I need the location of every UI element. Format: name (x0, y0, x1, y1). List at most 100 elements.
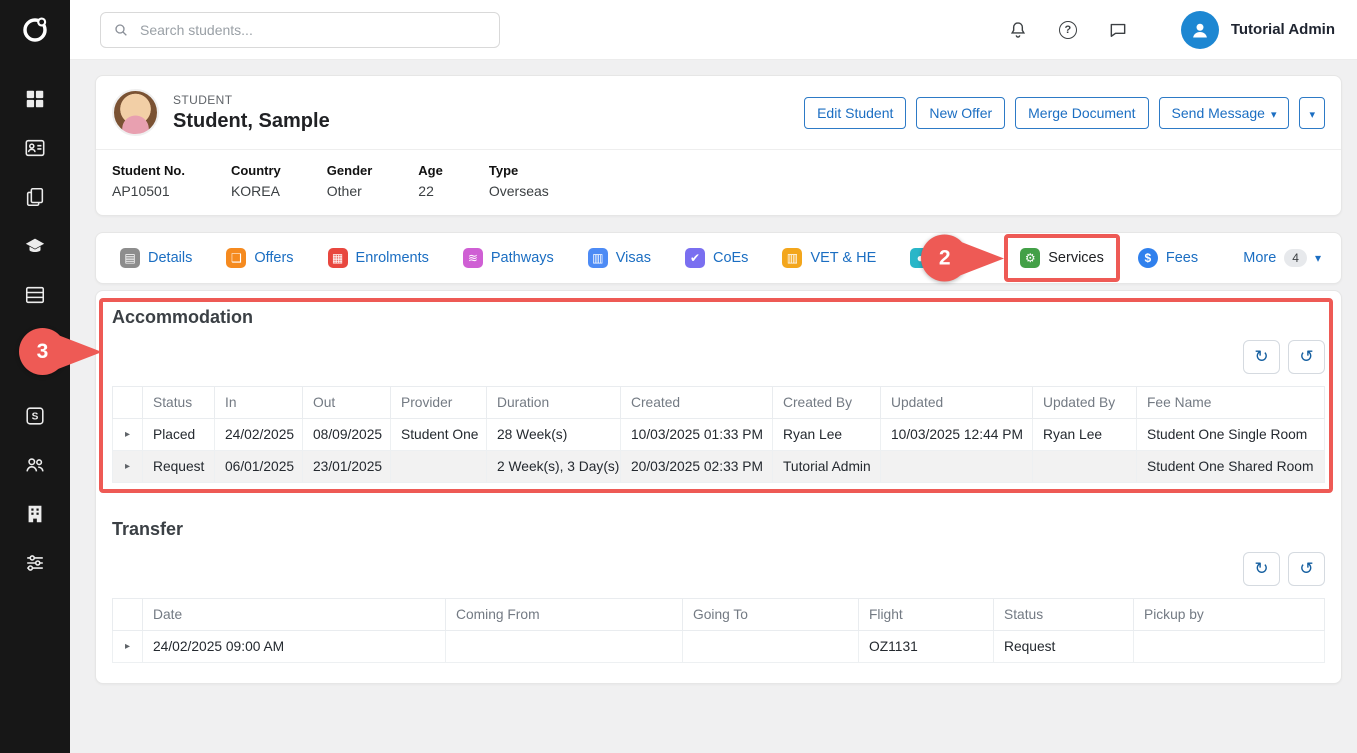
sidebar-item-courses[interactable] (0, 235, 70, 257)
tab-hidden[interactable]: ● (910, 248, 986, 268)
services-panel: 3 Accommodation Status (95, 290, 1342, 684)
cell-out: 23/01/2025 (303, 451, 391, 483)
notifications-button[interactable] (1006, 18, 1030, 42)
info-gender: Gender Other (327, 163, 373, 199)
cell-created-by: Ryan Lee (773, 419, 881, 451)
visas-tab-icon: ▥ (588, 248, 608, 268)
tab-visas[interactable]: ▥ Visas (588, 248, 651, 268)
sidebar-item-agents[interactable] (0, 454, 70, 476)
column-header: Date (143, 599, 446, 631)
app-logo-icon[interactable] (0, 0, 70, 60)
student-actions: Edit Student New Offer Merge Document Se… (804, 97, 1325, 129)
student-identity: STUDENT Student, Sample (173, 93, 330, 133)
info-age: Age 22 (418, 163, 443, 199)
send-message-button[interactable]: Send Message (1159, 97, 1290, 129)
cell-status: Request (994, 631, 1134, 663)
fees-tab-icon: $ (1138, 248, 1158, 268)
row-expander[interactable] (113, 419, 143, 451)
info-label: Type (489, 163, 549, 178)
refresh-button[interactable] (1243, 552, 1280, 586)
table-header-row: Status In Out Provider Duration Created … (113, 387, 1325, 419)
sidebar-item-subjects[interactable]: S (0, 405, 70, 427)
sidebar-item-dashboard[interactable] (0, 88, 70, 110)
column-header: Out (303, 387, 391, 419)
cell-coming-from (446, 631, 683, 663)
coes-tab-icon: ✔ (685, 248, 705, 268)
user-avatar-icon (1181, 11, 1219, 49)
tab-label: Pathways (491, 250, 554, 266)
cell-duration: 28 Week(s) (487, 419, 621, 451)
details-tab-icon: ▤ (120, 248, 140, 268)
cell-updated (881, 451, 1033, 483)
app: { "topbar": { "search_placeholder": "Sea… (0, 0, 1357, 753)
sidebar-item-organisation[interactable] (0, 503, 70, 525)
chat-button[interactable] (1106, 18, 1130, 42)
table-row: 24/02/2025 09:00 AM OZ1131 Request (113, 631, 1325, 663)
cell-provider: Student One (391, 419, 487, 451)
tab-enrolments[interactable]: ▦ Enrolments (328, 248, 429, 268)
more-actions-button[interactable] (1299, 97, 1325, 129)
row-expander[interactable] (113, 451, 143, 483)
info-value: KOREA (231, 183, 281, 199)
info-value: 22 (418, 183, 443, 199)
sidebar-item-lists[interactable] (0, 284, 70, 306)
chevron-down-icon (1309, 105, 1315, 121)
edit-student-button[interactable]: Edit Student (804, 97, 906, 129)
user-name: Tutorial Admin (1231, 21, 1335, 38)
accommodation-toolbar (112, 340, 1325, 374)
tab-offers[interactable]: ❑ Offers (226, 248, 293, 268)
cell-flight: OZ1131 (859, 631, 994, 663)
cell-date: 24/02/2025 09:00 AM (143, 631, 446, 663)
search-input[interactable] (138, 21, 487, 39)
tab-pathways[interactable]: ≋ Pathways (463, 248, 554, 268)
graduation-cap-icon (24, 235, 46, 257)
main-content: STUDENT Student, Sample Edit Student New… (70, 60, 1357, 753)
column-header: Status (994, 599, 1134, 631)
history-button[interactable] (1288, 340, 1325, 374)
expander-header (113, 387, 143, 419)
help-button[interactable] (1057, 19, 1079, 41)
tab-label: Offers (254, 250, 293, 266)
transfer-toolbar (112, 552, 1325, 586)
sliders-icon (24, 552, 46, 574)
tab-details[interactable]: ▤ Details (120, 248, 192, 268)
topbar-actions: Tutorial Admin (1006, 11, 1335, 49)
sidebar-item-settings[interactable] (0, 552, 70, 574)
table-row: Request 06/01/2025 23/01/2025 2 Week(s),… (113, 451, 1325, 483)
info-value: Overseas (489, 183, 549, 199)
refresh-button[interactable] (1243, 340, 1280, 374)
tab-fees[interactable]: $ Fees (1138, 248, 1198, 268)
merge-document-button[interactable]: Merge Document (1015, 97, 1148, 129)
history-button[interactable] (1288, 552, 1325, 586)
documents-icon (24, 186, 46, 208)
history-icon (1299, 559, 1313, 579)
cell-going-to (683, 631, 859, 663)
tab-vet-he[interactable]: ▥ VET & HE (782, 248, 876, 268)
building-icon (24, 503, 46, 525)
column-header: Flight (859, 599, 994, 631)
tab-more[interactable]: More 4 (1243, 249, 1321, 267)
sidebar-item-documents[interactable] (0, 186, 70, 208)
tab-coes[interactable]: ✔ CoEs (685, 248, 748, 268)
more-count-badge: 4 (1284, 249, 1307, 267)
section-title-accommodation: Accommodation (112, 307, 1325, 328)
column-header: Coming From (446, 599, 683, 631)
student-tabs: ▤ Details ❑ Offers ▦ Enrolments ≋ Pathwa… (95, 232, 1342, 284)
column-header: Updated By (1033, 387, 1137, 419)
student-photo (112, 89, 159, 136)
row-expander[interactable] (113, 631, 143, 663)
sidebar: S (0, 0, 70, 753)
column-header: Created By (773, 387, 881, 419)
cell-in: 24/02/2025 (215, 419, 303, 451)
pathways-tab-icon: ≋ (463, 248, 483, 268)
svg-text:S: S (32, 412, 39, 423)
user-menu[interactable]: Tutorial Admin (1181, 11, 1335, 49)
info-label: Student No. (112, 163, 185, 178)
search-box (100, 12, 500, 48)
new-offer-button[interactable]: New Offer (916, 97, 1005, 129)
tab-label: Fees (1166, 250, 1198, 266)
info-label: Gender (327, 163, 373, 178)
sidebar-item-contacts[interactable] (0, 137, 70, 159)
tab-label: Details (148, 250, 192, 266)
tab-services[interactable]: ⚙ Services 2 (1020, 248, 1104, 268)
